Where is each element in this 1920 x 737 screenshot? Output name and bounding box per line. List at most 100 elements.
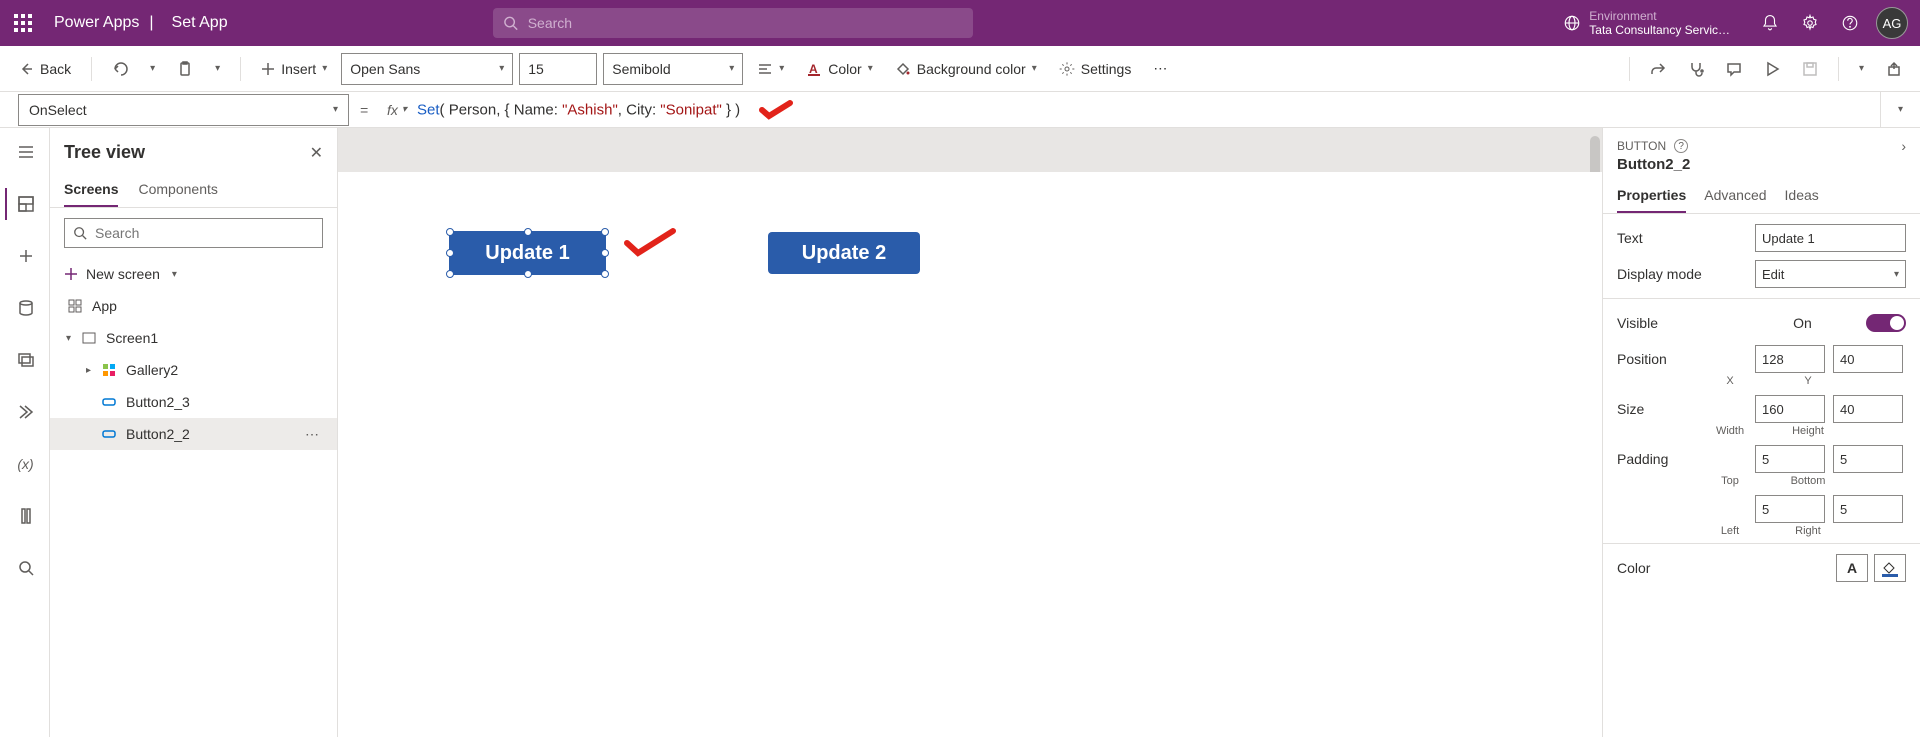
publish-dropdown[interactable]: ▾ — [1851, 57, 1872, 80]
rail-search[interactable] — [5, 552, 45, 584]
tree-node-screen1[interactable]: ▾ Screen1 — [50, 322, 337, 354]
prop-padding-top[interactable]: 5 — [1755, 445, 1825, 473]
canvas-area: Update 1 Update 2 — [338, 128, 1602, 737]
rail-tree-view[interactable] — [5, 188, 45, 220]
expand-formula-bar[interactable]: ▾ — [1880, 92, 1920, 127]
app-launcher-icon[interactable] — [0, 0, 46, 46]
settings-icon[interactable] — [1790, 0, 1830, 46]
chevron-down-icon: ▾ — [779, 63, 784, 74]
lbl-height: Height — [1773, 425, 1843, 437]
prop-position-y[interactable]: 40 — [1833, 345, 1903, 373]
tree-node-gallery2[interactable]: ▸ Gallery2 — [50, 354, 337, 386]
prop-text-input[interactable]: Update 1 — [1755, 224, 1906, 252]
font-color-swatch[interactable]: A — [1836, 554, 1868, 582]
file-name[interactable]: Set App — [164, 14, 228, 32]
tree-node-more[interactable]: ⋯ — [297, 426, 329, 443]
tab-screens[interactable]: Screens — [64, 173, 118, 207]
help-icon[interactable] — [1830, 0, 1870, 46]
prop-padding-left[interactable]: 5 — [1755, 495, 1825, 523]
canvas[interactable]: Update 1 Update 2 — [338, 172, 1602, 737]
play-icon — [1764, 61, 1780, 77]
color-button[interactable]: A Color ▾ — [798, 55, 881, 83]
rail-variables[interactable]: (x) — [5, 448, 45, 480]
save-button[interactable] — [1794, 55, 1826, 83]
app-name[interactable]: Power Apps — [46, 14, 139, 32]
insert-button[interactable]: Insert ▾ — [253, 55, 335, 83]
lbl-left: Left — [1695, 525, 1765, 537]
property-selector[interactable]: OnSelect ▾ — [18, 94, 349, 126]
back-label: Back — [40, 61, 71, 77]
share-icon — [1650, 61, 1666, 77]
font-dropdown[interactable]: Open Sans ▾ — [341, 53, 513, 85]
notifications-icon[interactable] — [1750, 0, 1790, 46]
help-icon[interactable]: ? — [1674, 139, 1688, 153]
chevron-down-icon: ▾ — [333, 104, 338, 115]
preview-button[interactable] — [1756, 55, 1788, 83]
prop-padding-bottom[interactable]: 5 — [1833, 445, 1903, 473]
app-checker-button[interactable] — [1680, 55, 1712, 83]
fill-color-swatch[interactable] — [1874, 554, 1906, 582]
tree-node-app[interactable]: App — [50, 290, 337, 322]
visible-toggle[interactable] — [1866, 314, 1906, 332]
share-button[interactable] — [1642, 55, 1674, 83]
tree-node-label: Button2_2 — [126, 426, 190, 442]
back-button[interactable]: Back — [10, 55, 79, 83]
settings-button[interactable]: Settings — [1051, 55, 1140, 83]
tree-node-button2-2[interactable]: Button2_2 ⋯ — [50, 418, 337, 450]
prop-position-label: Position — [1617, 351, 1747, 367]
user-avatar[interactable]: AG — [1876, 7, 1908, 39]
prop-position-x[interactable]: 128 — [1755, 345, 1825, 373]
paste-button[interactable] — [169, 55, 201, 83]
comments-button[interactable] — [1718, 55, 1750, 83]
tab-advanced[interactable]: Advanced — [1704, 179, 1766, 213]
canvas-button-update1[interactable]: Update 1 — [450, 232, 605, 274]
paste-dropdown[interactable]: ▾ — [207, 57, 228, 80]
canvas-button-update2[interactable]: Update 2 — [768, 232, 920, 274]
tree-search[interactable] — [64, 218, 323, 248]
chevron-down-icon: ▾ — [1032, 63, 1037, 74]
bucket-icon — [895, 61, 911, 77]
close-icon[interactable]: ✕ — [310, 143, 323, 163]
tab-properties[interactable]: Properties — [1617, 179, 1686, 213]
checkmark-annotation — [623, 227, 677, 259]
bgcolor-button[interactable]: Background color ▾ — [887, 55, 1045, 83]
search-input[interactable] — [528, 15, 963, 31]
tree-node-button2-3[interactable]: Button2_3 — [50, 386, 337, 418]
tab-components[interactable]: Components — [138, 173, 217, 207]
tree-search-input[interactable] — [95, 225, 314, 241]
rail-tools[interactable] — [5, 500, 45, 532]
rail-insert[interactable] — [5, 240, 45, 272]
chevron-right-icon[interactable]: ▸ — [86, 365, 100, 376]
tab-ideas[interactable]: Ideas — [1785, 179, 1819, 213]
rail-power-automate[interactable] — [5, 396, 45, 428]
align-button[interactable]: ▾ — [749, 55, 792, 83]
prop-size-height[interactable]: 40 — [1833, 395, 1903, 423]
lbl-bottom: Bottom — [1773, 475, 1843, 487]
prop-size-width[interactable]: 160 — [1755, 395, 1825, 423]
checkmark-annotation — [759, 100, 793, 120]
more-button[interactable]: ⋯ — [1145, 54, 1175, 83]
rail-media[interactable] — [5, 344, 45, 376]
rail-data[interactable] — [5, 292, 45, 324]
new-screen-button[interactable]: New screen ▾ — [50, 258, 337, 290]
left-rail: (x) — [0, 128, 50, 737]
properties-panel: BUTTON ? › Button2_2 Properties Advanced… — [1602, 128, 1920, 737]
undo-button[interactable] — [104, 55, 136, 83]
undo-dropdown[interactable]: ▾ — [142, 57, 163, 80]
font-weight-dropdown[interactable]: Semibold ▾ — [603, 53, 743, 85]
font-size-input[interactable]: 15 — [519, 53, 597, 85]
tree-node-label: Gallery2 — [126, 362, 178, 378]
publish-button[interactable] — [1878, 55, 1910, 83]
prop-padding-right[interactable]: 5 — [1833, 495, 1903, 523]
rail-hamburger[interactable] — [5, 136, 45, 168]
chevron-down-icon[interactable]: ▾ — [66, 333, 80, 344]
control-name[interactable]: Button2_2 — [1603, 156, 1920, 179]
align-icon — [757, 61, 773, 77]
tree-node-label: App — [92, 298, 117, 314]
formula-input[interactable]: Set( Person, { Name: "Ashish", City: "So… — [417, 100, 1880, 120]
collapse-panel-icon[interactable]: › — [1901, 138, 1906, 154]
global-search[interactable] — [493, 8, 973, 38]
environment-picker[interactable]: Environment Tata Consultancy Servic… — [1563, 9, 1750, 37]
fx-icon[interactable]: fx▾ — [379, 102, 417, 118]
prop-displaymode-dropdown[interactable]: Edit▾ — [1755, 260, 1906, 288]
